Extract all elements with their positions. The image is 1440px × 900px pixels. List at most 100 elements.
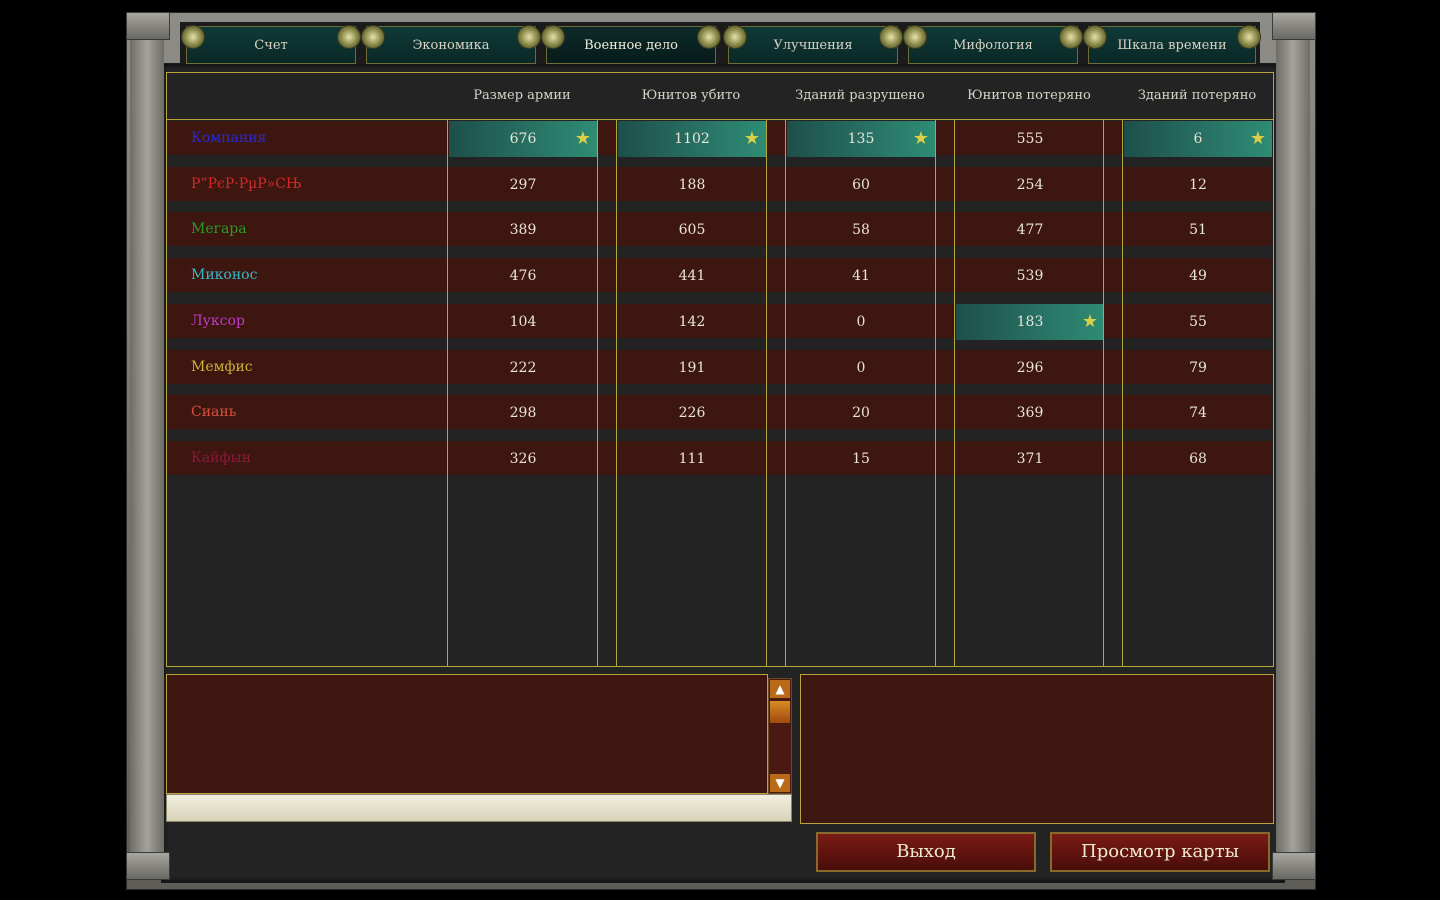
stat-value: 74 <box>1189 405 1207 422</box>
tab-label: Шкала времени <box>1117 38 1227 53</box>
chat-scrollbar[interactable]: ▲ ▼ <box>768 678 792 794</box>
star-icon: ★ <box>912 128 930 149</box>
tab-label: Улучшения <box>773 38 853 53</box>
right-pillar-cap-bottom <box>1272 852 1316 880</box>
column-header-buildings-destroyed: Зданий разрушено <box>795 88 925 103</box>
tab-label: Военное дело <box>584 38 678 53</box>
column-divider <box>597 119 598 666</box>
stat-value: 41 <box>852 268 870 285</box>
column-divider <box>1103 119 1104 666</box>
ornament-icon <box>697 25 721 49</box>
tab-label: Счет <box>254 38 288 53</box>
ornament-icon <box>337 25 361 49</box>
column-header-army-size: Размер армии <box>473 88 571 103</box>
column-divider <box>785 119 786 666</box>
ornament-icon <box>517 25 541 49</box>
stat-value: 15 <box>852 450 870 467</box>
stat-cell: 477 <box>956 212 1104 248</box>
star-icon: ★ <box>743 128 761 149</box>
tab-label: Мифология <box>953 38 1033 53</box>
stat-value: 226 <box>678 405 706 422</box>
stat-value: 555 <box>1016 131 1044 147</box>
tab-label: Экономика <box>412 38 490 53</box>
stat-cell: 0 <box>787 350 935 386</box>
stat-value: 135 <box>847 131 875 147</box>
stat-value: 222 <box>509 359 537 376</box>
stat-value: 58 <box>852 222 870 239</box>
stat-cell: 55 <box>1124 304 1272 340</box>
stat-value: 0 <box>856 313 866 330</box>
tab-military[interactable]: Военное дело <box>541 25 721 64</box>
stats-table: Размер армии Юнитов убито Зданий разруше… <box>166 72 1274 667</box>
stat-cell: 60 <box>787 167 935 203</box>
stat-value: 476 <box>509 268 537 285</box>
tab-score[interactable]: Счет <box>181 25 361 64</box>
ornament-icon <box>541 25 565 49</box>
stat-cell: 142 <box>618 304 766 340</box>
exit-button[interactable]: Выход <box>816 832 1036 872</box>
column-header-units-killed: Юнитов убито <box>641 88 741 103</box>
column-divider <box>954 119 955 666</box>
scroll-up-icon[interactable]: ▲ <box>770 680 790 698</box>
chat-input[interactable] <box>166 794 792 822</box>
stat-cell: 369 <box>956 395 1104 431</box>
scroll-down-icon[interactable]: ▼ <box>770 774 790 792</box>
right-pillar-cap-top <box>1272 12 1316 40</box>
tab-bar: Счет Экономика Военное дело Улучшения Ми… <box>180 22 1261 64</box>
stat-value: 68 <box>1189 450 1207 467</box>
ornament-icon <box>361 25 385 49</box>
stat-cell: 226 <box>618 395 766 431</box>
stat-cell: 222 <box>449 350 597 386</box>
stat-value: 188 <box>678 176 706 193</box>
stat-cell: 555 <box>956 121 1104 157</box>
stat-value: 12 <box>1189 176 1207 193</box>
chat-log-panel <box>166 674 768 794</box>
player-name: Мемфис <box>191 358 253 375</box>
star-icon: ★ <box>1249 128 1267 149</box>
ornament-icon <box>181 25 205 49</box>
stat-cell: 68 <box>1124 441 1272 477</box>
column-header-buildings-lost: Зданий потеряно <box>1137 88 1257 103</box>
tab-upgrades[interactable]: Улучшения <box>723 25 903 64</box>
right-pillar <box>1276 36 1310 876</box>
stat-cell: 371 <box>956 441 1104 477</box>
stat-cell: 74 <box>1124 395 1272 431</box>
stat-cell: 441 <box>618 258 766 294</box>
ornament-icon <box>723 25 747 49</box>
stat-value: 49 <box>1189 268 1207 285</box>
tab-economy[interactable]: Экономика <box>361 25 541 64</box>
stat-value: 55 <box>1189 313 1207 330</box>
player-name: Миконос <box>191 267 258 284</box>
stat-value: 142 <box>678 313 706 330</box>
info-panel <box>800 674 1274 824</box>
header-divider <box>167 119 1273 120</box>
player-name: Кайфын <box>191 449 251 466</box>
stat-cell: 188 <box>618 167 766 203</box>
stat-value: 1102 <box>674 131 710 147</box>
stat-cell: 1102 ★ <box>618 121 766 157</box>
stat-cell: 41 <box>787 258 935 294</box>
stat-cell: 326 <box>449 441 597 477</box>
stat-cell: 254 <box>956 167 1104 203</box>
stat-cell: 296 <box>956 350 1104 386</box>
stat-value: 676 <box>509 131 537 147</box>
column-divider <box>935 119 936 666</box>
stat-cell: 298 <box>449 395 597 431</box>
column-divider <box>766 119 767 666</box>
view-map-button[interactable]: Просмотр карты <box>1050 832 1270 872</box>
ornament-icon <box>903 25 927 49</box>
left-pillar-cap-bottom <box>126 852 170 880</box>
stat-value: 191 <box>678 359 706 376</box>
stat-value: 296 <box>1016 359 1044 376</box>
stat-value: 371 <box>1016 450 1044 467</box>
ornament-icon <box>1059 25 1083 49</box>
stat-cell: 111 <box>618 441 766 477</box>
tab-mythology[interactable]: Мифология <box>903 25 1083 64</box>
column-divider <box>1122 119 1123 666</box>
stat-cell: 79 <box>1124 350 1272 386</box>
scroll-thumb[interactable] <box>770 701 790 723</box>
stat-cell: 6 ★ <box>1124 121 1272 157</box>
stat-cell: 389 <box>449 212 597 248</box>
stat-cell: 476 <box>449 258 597 294</box>
tab-timeline[interactable]: Шкала времени <box>1083 25 1261 64</box>
